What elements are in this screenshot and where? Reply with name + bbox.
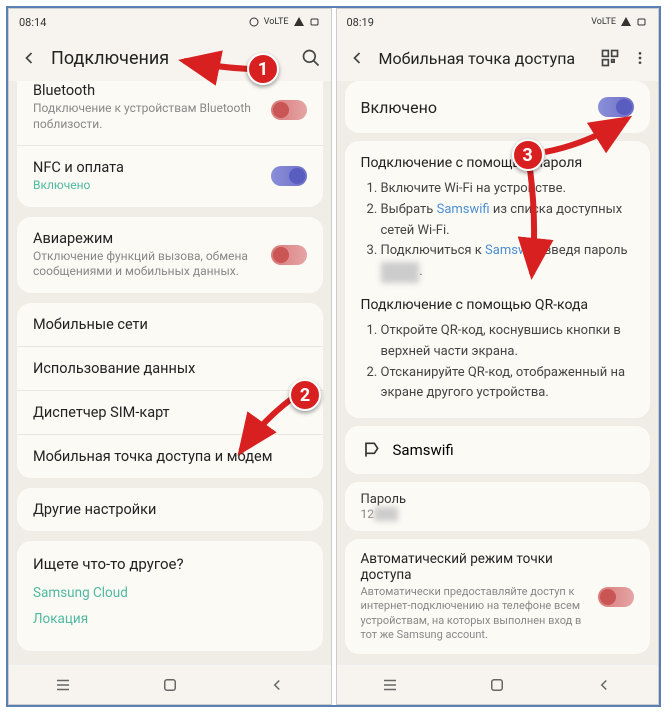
- row-title: Другие настройки: [33, 501, 307, 518]
- search-title: Ищете что-то другое?: [33, 555, 307, 573]
- row-airplane[interactable]: Авиарежим Отключение функций вызова, обм…: [17, 217, 323, 293]
- password-value: 12xxxx: [361, 507, 635, 521]
- status-icons: VoLTE: [248, 16, 321, 28]
- more-icon[interactable]: [632, 48, 648, 68]
- row-title: Авиарежим: [33, 230, 271, 247]
- row-sub: Отключение функций вызова, обмена сообще…: [33, 249, 271, 280]
- ssid-link[interactable]: Samswifi: [437, 202, 490, 217]
- search-card: Ищете что-то другое? Samsung Cloud Локац…: [17, 541, 323, 651]
- arrow-3a: [537, 104, 637, 164]
- step: Откройте QR-код, коснувшись кнопки в вер…: [381, 321, 635, 363]
- toggle[interactable]: [271, 100, 307, 120]
- auto-title: Автоматический режим точки доступа: [361, 551, 589, 583]
- home-icon[interactable]: [161, 676, 179, 694]
- nav-bar: [9, 664, 331, 704]
- link-location[interactable]: Локация: [33, 611, 307, 627]
- home-icon[interactable]: [488, 676, 506, 694]
- badge-1: 1: [247, 53, 279, 85]
- back-nav-icon[interactable]: [595, 676, 613, 694]
- section-title: Подключение с помощью QR-кода: [361, 297, 635, 313]
- header: Мобильная точка доступа: [337, 35, 659, 81]
- header: Подключения: [9, 35, 331, 81]
- ssid-name: Samswifi: [393, 441, 454, 459]
- arrow-1: [174, 49, 254, 89]
- search-icon[interactable]: [301, 48, 321, 68]
- content: Включено Подключение с помощью пароля Вк…: [337, 81, 659, 664]
- badge-2: 2: [289, 379, 321, 411]
- page-title: Мобильная точка доступа: [379, 49, 589, 68]
- auto-hotspot-row[interactable]: Автоматический режим точки доступа Автом…: [345, 539, 651, 654]
- toggle[interactable]: [271, 166, 307, 186]
- row-title: Использование данных: [33, 360, 307, 377]
- password-label: Пароль: [361, 492, 635, 507]
- auto-desc: Автоматически предоставляйте доступ к ин…: [361, 585, 589, 642]
- back-icon[interactable]: [19, 48, 39, 68]
- nav-bar: [337, 664, 659, 704]
- step: Выбрать Samswifi из списка доступных сет…: [381, 200, 635, 242]
- row-other-settings[interactable]: Другие настройки: [17, 488, 323, 531]
- back-icon[interactable]: [347, 48, 367, 68]
- recents-icon[interactable]: [54, 676, 72, 694]
- toggle[interactable]: [271, 245, 307, 265]
- row-data-usage[interactable]: Использование данных: [17, 347, 323, 391]
- recents-icon[interactable]: [381, 676, 399, 694]
- content: Bluetooth Подключение к устройствам Blue…: [9, 81, 331, 664]
- password-row[interactable]: Пароль 12xxxx: [345, 482, 651, 531]
- row-title: Мобильные сети: [33, 316, 307, 333]
- status-bar: 08:14 VoLTE: [9, 9, 331, 35]
- step: Включите Wi-Fi на устройстве.: [381, 179, 635, 200]
- row-sub: Подключение к устройствам Bluetooth побл…: [33, 101, 271, 132]
- back-nav-icon[interactable]: [268, 676, 286, 694]
- row-nfc[interactable]: NFC и оплата Включено: [17, 146, 323, 207]
- step: Отсканируйте QR-код, отображенный на экр…: [381, 363, 635, 405]
- hotspot-icon: [361, 440, 381, 460]
- ssid-row[interactable]: Samswifi: [345, 426, 651, 474]
- qr-icon[interactable]: [600, 48, 620, 68]
- phone-right: 08:19 VoLTE Мобильная точка доступа Вклю…: [336, 8, 660, 705]
- password-instructions: Подключение с помощью пароля Включите Wi…: [345, 141, 651, 418]
- link-samsung-cloud[interactable]: Samsung Cloud: [33, 585, 307, 601]
- step: Подключиться к Samswifi, введя пароль xx…: [381, 241, 635, 283]
- phone-left: 08:14 VoLTE Подключения Bluetooth Подклю…: [8, 8, 332, 705]
- status-icons: VoLTE: [591, 16, 648, 28]
- row-title: NFC и оплата: [33, 159, 271, 176]
- arrow-3b: [512, 164, 562, 284]
- badge-3: 3: [512, 139, 544, 171]
- status-bar: 08:19 VoLTE: [337, 9, 659, 35]
- password-blur: xxxxxx: [381, 262, 420, 283]
- time: 08:19: [347, 16, 374, 29]
- time: 08:14: [19, 16, 46, 29]
- row-mobile-networks[interactable]: Мобильные сети: [17, 303, 323, 347]
- row-sub: Включено: [33, 178, 271, 194]
- row-bluetooth[interactable]: Bluetooth Подключение к устройствам Blue…: [17, 81, 323, 146]
- toggle-auto[interactable]: [598, 587, 634, 607]
